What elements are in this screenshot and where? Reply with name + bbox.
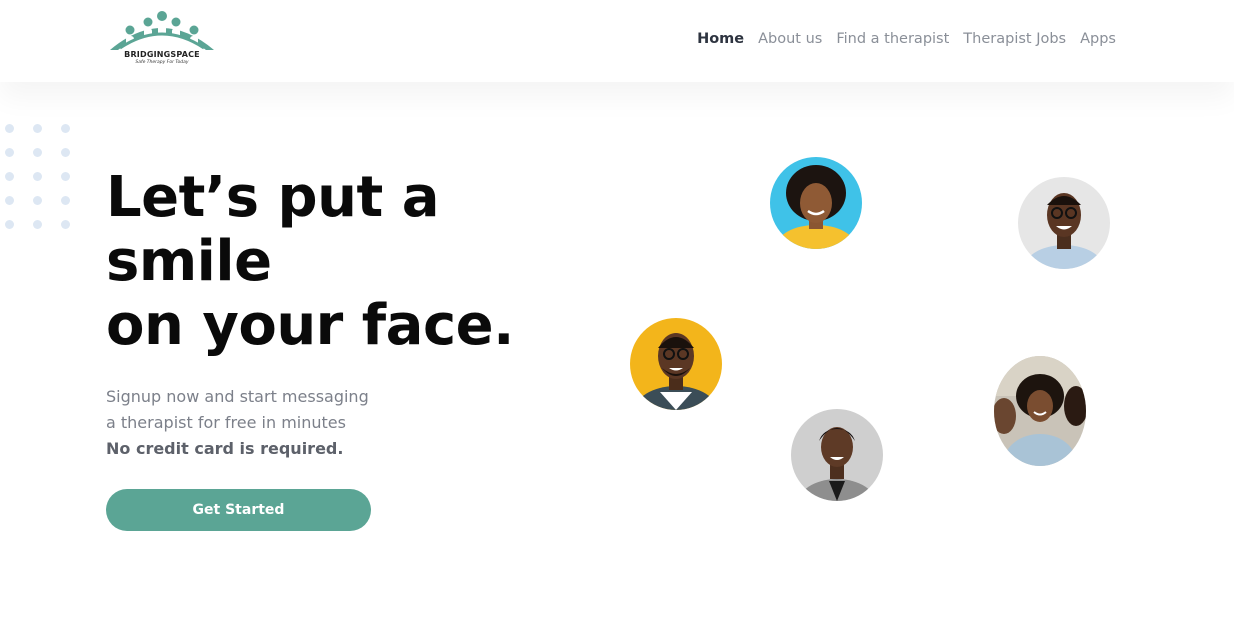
man-glasses-yellow-avatar: [630, 318, 722, 410]
hero-subtitle: Signup now and start messaging a therapi…: [106, 384, 426, 462]
hero-title-line: Let’s put a: [106, 165, 440, 230]
site-header: BRIDGINGSPACE Safe Therapy For Today Hom…: [0, 0, 1234, 82]
hero-title-line: on your face.: [106, 293, 514, 358]
group-photo-avatar: [994, 356, 1086, 466]
bridge-people-icon: [110, 11, 214, 50]
decorative-dots: [5, 124, 71, 230]
brand-tagline: Safe Therapy For Today: [135, 60, 189, 65]
nav-therapist-jobs[interactable]: Therapist Jobs: [963, 31, 1066, 47]
hero-subtitle-line: a therapist for free in minutes: [106, 413, 346, 432]
nav-home[interactable]: Home: [697, 31, 744, 47]
nav-about-us[interactable]: About us: [758, 31, 822, 47]
hero-title: Let’s put a smile on your face.: [106, 166, 576, 358]
man-glasses-light-avatar: [1018, 177, 1110, 269]
nav-find-therapist[interactable]: Find a therapist: [836, 31, 949, 47]
woman-curly-hair-avatar: [770, 157, 862, 249]
main-nav: Home About us Find a therapist Therapist…: [697, 31, 1116, 47]
hero-subtitle-line: Signup now and start messaging: [106, 387, 369, 406]
nav-apps[interactable]: Apps: [1080, 31, 1116, 47]
get-started-button[interactable]: Get Started: [106, 489, 371, 531]
brand-logo[interactable]: BRIDGINGSPACE Safe Therapy For Today: [106, 10, 218, 70]
woman-short-hair-avatar: [791, 409, 883, 501]
brand-name: BRIDGINGSPACE: [124, 50, 200, 59]
no-credit-card-note: No credit card is required.: [106, 439, 344, 458]
hero-title-line: smile: [106, 229, 272, 294]
